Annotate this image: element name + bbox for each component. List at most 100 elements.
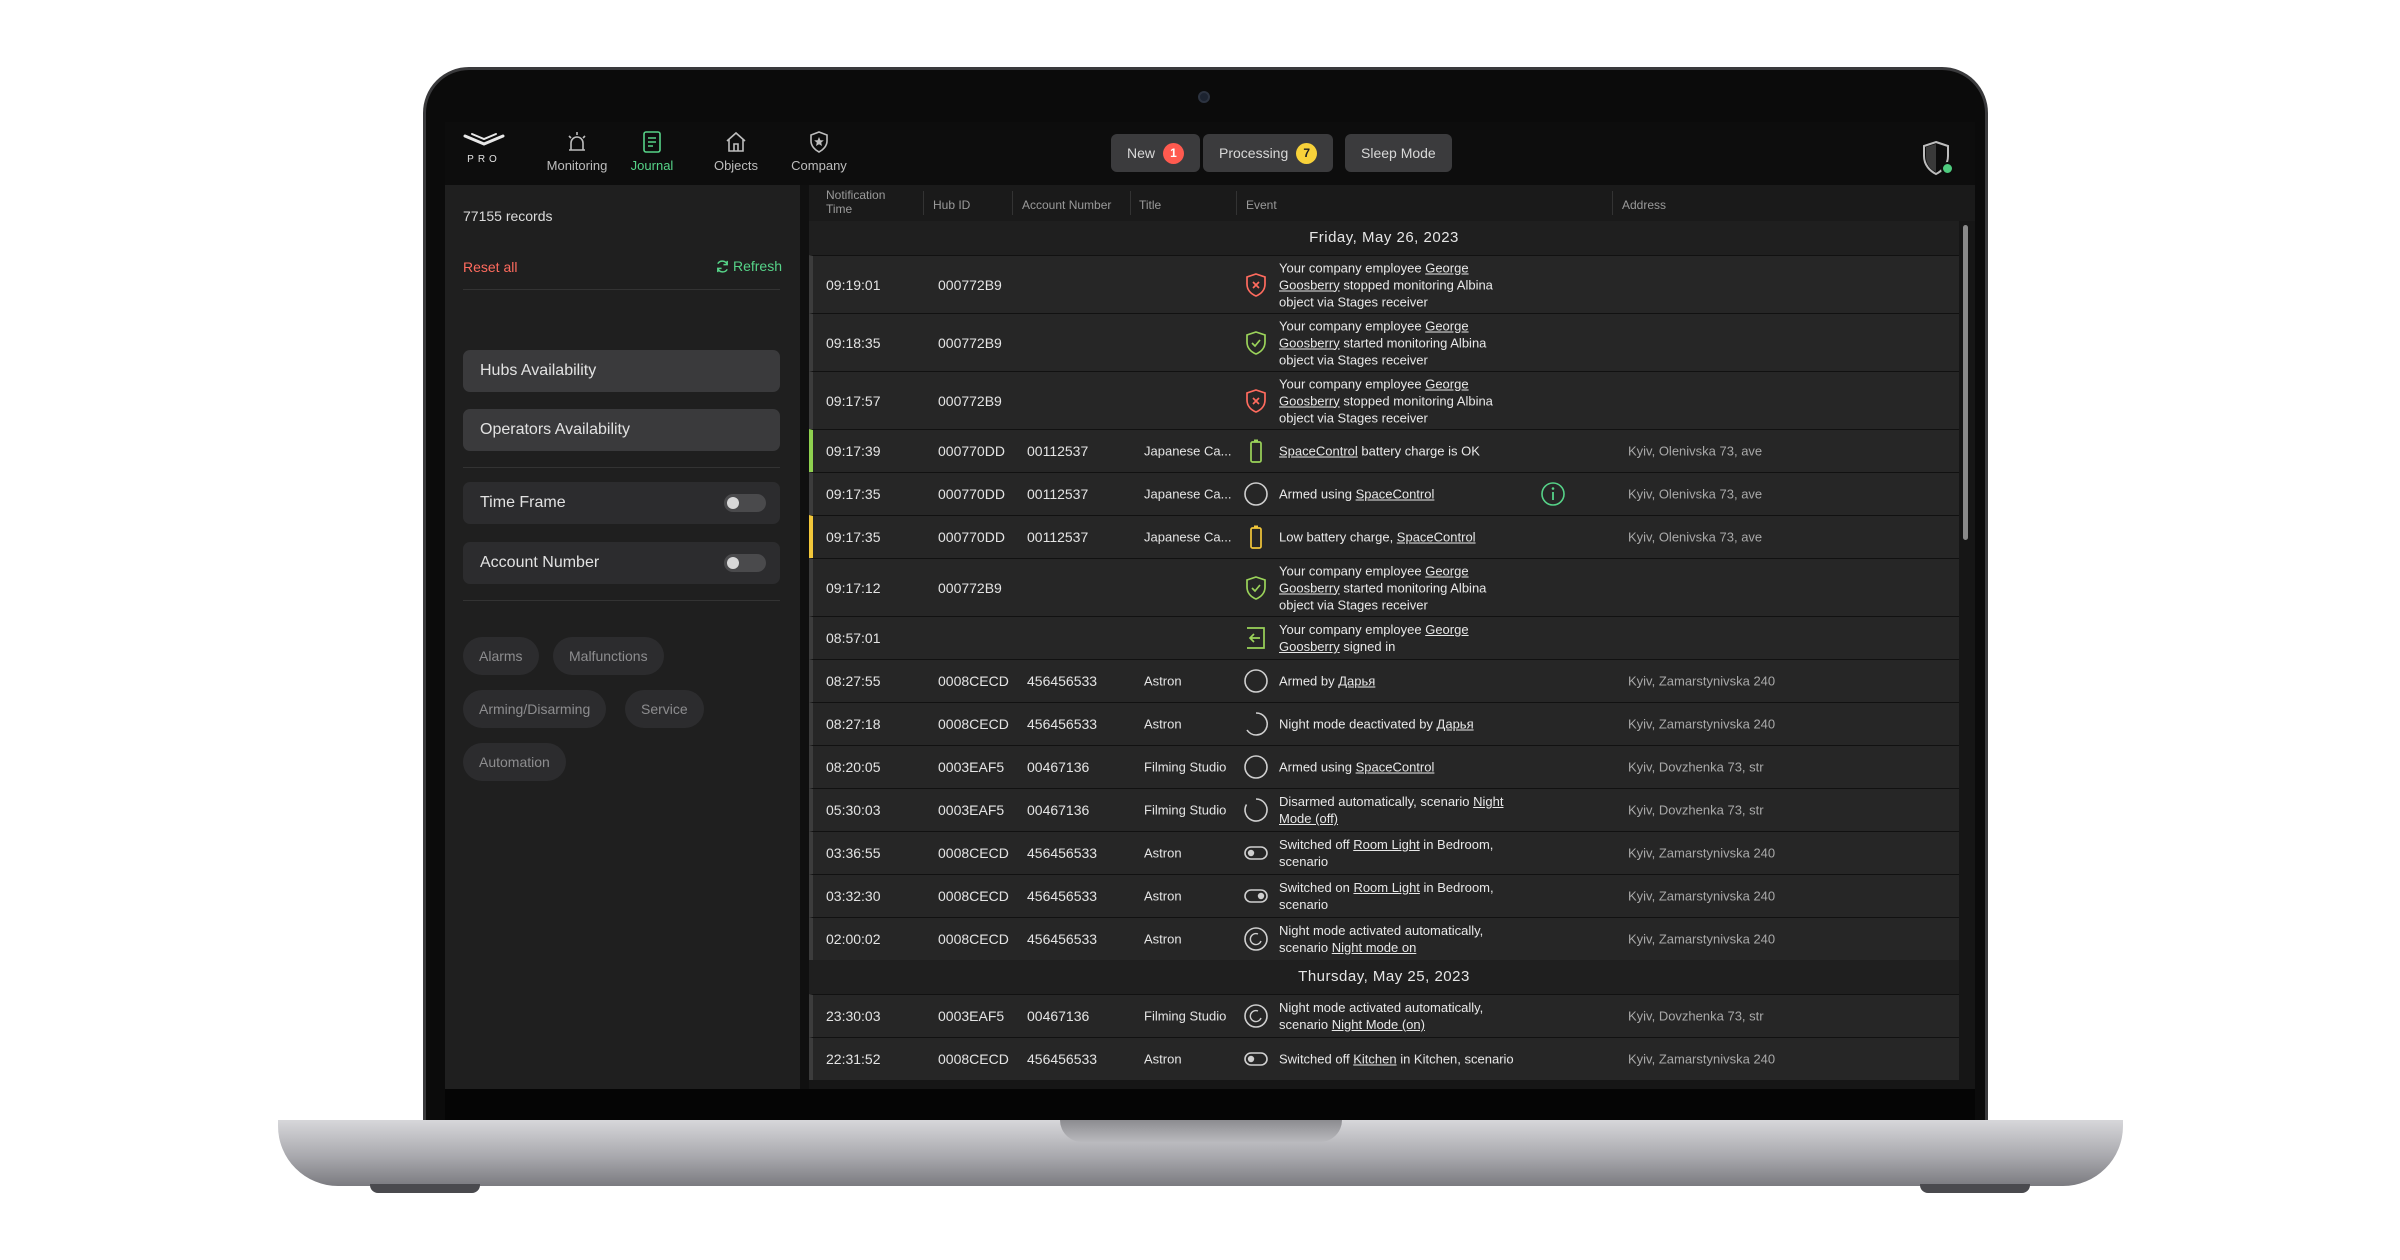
event-link[interactable]: Room Light <box>1353 880 1419 895</box>
event-link[interactable]: Дарья <box>1437 717 1474 732</box>
table-row[interactable]: 08:27:55 0008CECD 456456533 Astron Armed by … <box>809 659 1959 702</box>
top-navigation: PRO Monitoring Journal Objects Company N… <box>445 122 1975 185</box>
event-link[interactable]: SpaceControl <box>1279 444 1358 459</box>
chip-automation[interactable]: Automation <box>463 743 566 781</box>
tab-sleep-mode[interactable]: Sleep Mode <box>1345 134 1452 172</box>
row-address: Kyiv, Zamarstynivska 240 <box>1628 716 1776 732</box>
row-time: 02:00:02 <box>826 931 881 947</box>
night-off-icon <box>1243 711 1269 737</box>
event-link[interactable]: George Goosberry <box>1279 318 1469 350</box>
switch-off-icon <box>1243 840 1269 866</box>
table-row[interactable]: 03:36:55 0008CECD 456456533 Astron Switched … <box>809 831 1959 874</box>
disarmed-circle-icon <box>1243 797 1269 823</box>
table-row[interactable]: 23:30:03 0003EAF5 00467136 Filming Studio Ni… <box>809 994 1959 1037</box>
column-header-hub[interactable]: Hub ID <box>933 198 970 212</box>
info-icon[interactable] <box>1540 481 1566 507</box>
table-row[interactable]: 09:17:35 000770DD 00112537 Japanese Ca... Ar… <box>809 472 1959 515</box>
refresh-button[interactable]: Refresh <box>715 258 782 274</box>
laptop-foot <box>370 1184 480 1193</box>
hubs-availability-button[interactable]: Hubs Availability <box>463 350 780 392</box>
event-link[interactable]: Night mode on <box>1332 940 1417 955</box>
row-time: 03:36:55 <box>826 845 881 861</box>
chip-arming-disarming[interactable]: Arming/Disarming <box>463 690 607 728</box>
table-row[interactable]: 03:32:30 0008CECD 456456533 Astron Switched … <box>809 874 1959 917</box>
event-link[interactable]: George Goosberry <box>1279 376 1469 408</box>
row-hub-id: 0003EAF5 <box>938 759 1005 775</box>
row-account-number: 00112537 <box>1027 486 1089 502</box>
nav-label: Monitoring <box>546 158 608 173</box>
table-row[interactable]: 02:00:02 0008CECD 456456533 Astron Night mod… <box>809 917 1959 960</box>
table-row[interactable]: 22:31:52 0008CECD 456456533 Astron Switched … <box>809 1037 1959 1080</box>
row-address: Kyiv, Zamarstynivska 240 <box>1628 888 1776 904</box>
column-header-account[interactable]: Account Number <box>1022 198 1111 212</box>
app-logo[interactable]: PRO <box>459 130 509 178</box>
nav-monitoring[interactable]: Monitoring <box>537 130 617 173</box>
row-event: Low battery charge, SpaceControl <box>1279 529 1476 545</box>
event-link[interactable]: Night Mode (off) <box>1279 794 1503 826</box>
event-link[interactable]: George Goosberry <box>1279 260 1469 292</box>
row-event: Night mode deactivated by Дарья <box>1279 716 1474 732</box>
chip-malfunctions[interactable]: Malfunctions <box>553 637 664 675</box>
event-link[interactable]: Kitchen <box>1353 1052 1396 1067</box>
event-link[interactable]: George Goosberry <box>1279 563 1469 595</box>
column-header-address[interactable]: Address <box>1622 198 1666 212</box>
table-row[interactable]: 09:17:39 000770DD 00112537 Japanese Ca... Sp… <box>809 429 1959 472</box>
event-link[interactable]: George Goosberry <box>1279 622 1469 654</box>
reset-all-link[interactable]: Reset all <box>463 259 517 275</box>
chip-alarms[interactable]: Alarms <box>463 637 539 675</box>
shield-cross-icon <box>1243 272 1269 298</box>
tab-label: Sleep Mode <box>1361 145 1436 161</box>
journal-scrollbar[interactable] <box>1963 225 1968 540</box>
nav-label: Objects <box>713 158 759 173</box>
table-row[interactable]: 08:27:18 0008CECD 456456533 Astron Night mod… <box>809 702 1959 745</box>
row-event: Your company employee George Goosberry s… <box>1279 376 1493 425</box>
armed-circle-icon <box>1243 754 1269 780</box>
sign-in-icon <box>1243 625 1269 651</box>
processing-count-badge: 7 <box>1296 142 1318 164</box>
table-row[interactable]: 09:17:35 000770DD 00112537 Japanese Ca... Lo… <box>809 515 1959 558</box>
nav-journal[interactable]: Journal <box>612 130 692 173</box>
shield-check-icon <box>1243 330 1269 356</box>
account-number-toggle[interactable] <box>724 554 766 572</box>
event-link[interactable]: Room Light <box>1353 837 1419 852</box>
table-row[interactable]: 08:20:05 0003EAF5 00467136 Filming Studio Ar… <box>809 745 1959 788</box>
date-separator: Friday, May 26, 2023 <box>809 221 1959 255</box>
event-link[interactable]: Night Mode (on) <box>1332 1017 1425 1032</box>
chip-service[interactable]: Service <box>625 690 704 728</box>
row-account-number: 00467136 <box>1027 1008 1090 1024</box>
row-account-number: 00467136 <box>1027 802 1090 818</box>
table-row[interactable]: 05:30:03 0003EAF5 00467136 Filming Studio Di… <box>809 788 1959 831</box>
operators-availability-button[interactable]: Operators Availability <box>463 409 780 451</box>
row-event: Night mode activated automatically, scen… <box>1279 1000 1484 1032</box>
tab-label: New <box>1127 145 1156 161</box>
column-header-time[interactable]: Notification Time <box>826 188 896 216</box>
journal-icon <box>643 131 661 153</box>
event-link[interactable]: Дарья <box>1338 674 1375 689</box>
row-time: 09:17:12 <box>826 579 881 596</box>
time-frame-toggle[interactable] <box>724 494 766 512</box>
table-row[interactable]: 08:57:01 Your company employee George Goo… <box>809 616 1959 659</box>
table-row[interactable]: 09:19:01 000772B9 Your company employee Ge… <box>809 255 1959 313</box>
nav-objects[interactable]: Objects <box>696 130 776 173</box>
row-account-number: 456456533 <box>1027 888 1098 904</box>
table-header: Notification Time Hub ID Account Number … <box>809 185 1975 221</box>
account-number-filter[interactable]: Account Number <box>463 542 780 584</box>
row-hub-id: 000770DD <box>938 529 1005 545</box>
event-link[interactable]: SpaceControl <box>1397 530 1476 545</box>
column-header-event[interactable]: Event <box>1246 198 1277 212</box>
tab-processing[interactable]: Processing 7 <box>1203 134 1334 172</box>
column-header-title[interactable]: Title <box>1139 198 1161 212</box>
tab-new[interactable]: New 1 <box>1111 134 1201 172</box>
time-frame-filter[interactable]: Time Frame <box>463 482 780 524</box>
event-link[interactable]: SpaceControl <box>1356 760 1435 775</box>
row-address: Kyiv, Zamarstynivska 240 <box>1628 1051 1776 1067</box>
table-row[interactable]: 09:18:35 000772B9 Your company employee Ge… <box>809 313 1959 371</box>
laptop-foot <box>1920 1184 2030 1193</box>
row-time: 23:30:03 <box>826 1008 881 1024</box>
table-row[interactable]: 09:17:12 000772B9 Your company employee Ge… <box>809 558 1959 616</box>
table-row[interactable]: 09:17:57 000772B9 Your company employee Ge… <box>809 371 1959 429</box>
row-event: Switched on Room Light in Bedroom, scena… <box>1279 880 1494 912</box>
event-link[interactable]: SpaceControl <box>1356 487 1435 502</box>
nav-company[interactable]: Company <box>779 130 859 173</box>
column-separator <box>1236 191 1237 215</box>
